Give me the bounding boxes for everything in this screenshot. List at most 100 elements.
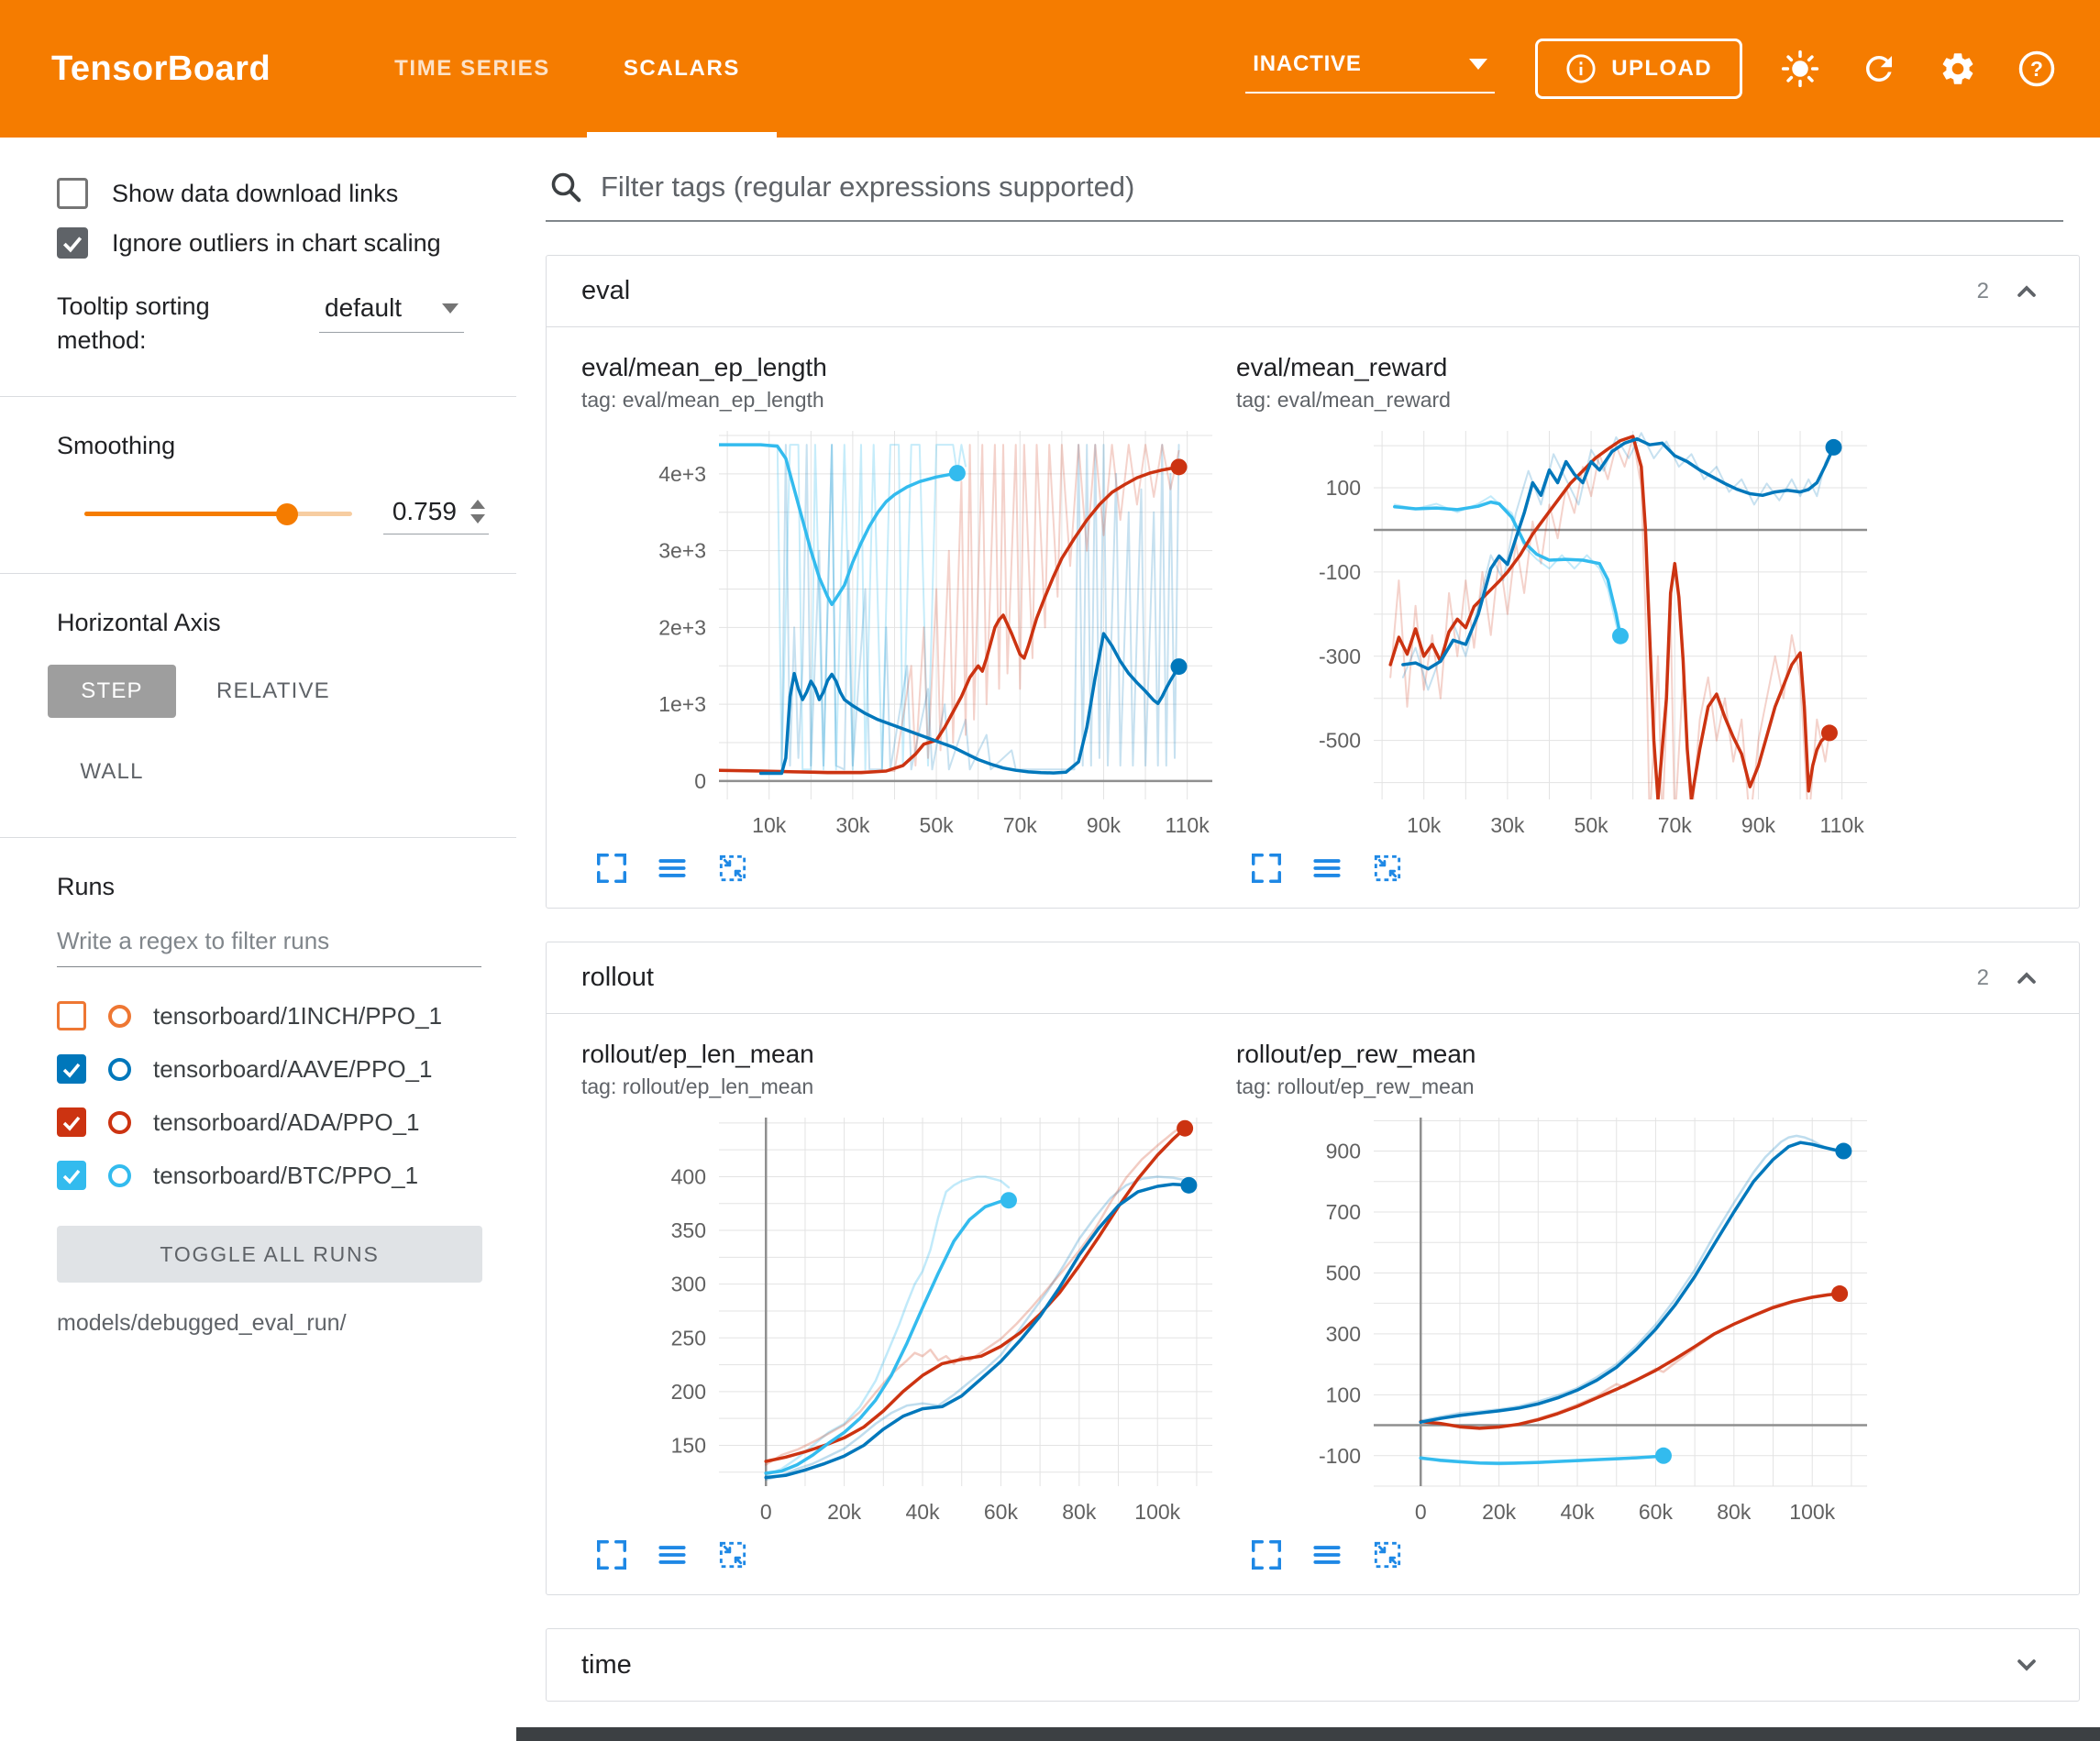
run-row-1inch[interactable]: tensorboard/1INCH/PPO_1 [57,989,516,1042]
tab-time-series[interactable]: TIME SERIES [358,0,587,138]
run-row-ada[interactable]: tensorboard/ADA/PPO_1 [57,1096,516,1149]
chart-canvas[interactable]: 10k30k50k70k90k110k01e+32e+33e+34e+3 [581,418,1223,849]
data-table-icon[interactable] [1310,851,1344,886]
run-color-ring [108,1005,131,1028]
section-title: time [581,1650,632,1680]
run-row-aave[interactable]: tensorboard/AAVE/PPO_1 [57,1042,516,1096]
run-checkbox[interactable] [57,1054,86,1084]
section-body-eval: eval/mean_ep_length tag: eval/mean_ep_le… [547,327,2079,908]
chart-canvas[interactable]: 10k30k50k70k90k110k100-100-300-500 [1236,418,1878,849]
slider-fill [84,512,287,516]
ignore-outliers-checkbox-row[interactable]: Ignore outliers in chart scaling [57,227,494,259]
section-header-rollout[interactable]: rollout 2 [547,942,2079,1014]
svg-text:100: 100 [1326,476,1361,500]
run-row-btc[interactable]: tensorboard/BTC/PPO_1 [57,1149,516,1202]
section-title: rollout [581,963,654,993]
axis-step-button[interactable]: STEP [48,665,176,718]
svg-text:90k: 90k [1741,813,1776,837]
svg-text:4e+3: 4e+3 [658,462,706,486]
show-download-links-checkbox-row[interactable]: Show data download links [57,178,494,209]
tooltip-sorting-select[interactable]: default [319,290,464,333]
axis-button-group: STEP RELATIVE [48,665,516,718]
svg-text:-500: -500 [1319,729,1361,753]
svg-text:350: 350 [671,1218,706,1242]
fit-domain-icon[interactable] [1370,1537,1405,1572]
fit-domain-icon[interactable] [715,851,750,886]
svg-text:100k: 100k [1789,1500,1835,1524]
svg-text:700: 700 [1326,1200,1361,1224]
brightness-icon[interactable] [1779,48,1821,90]
axis-relative-button[interactable]: RELATIVE [196,665,350,718]
runs-heading: Runs [57,873,516,901]
svg-text:70k: 70k [1658,813,1693,837]
expand-icon[interactable] [594,1537,629,1572]
sidebar-divider [0,837,516,838]
info-icon [1565,53,1597,84]
svg-text:30k: 30k [835,813,870,837]
checkbox[interactable] [57,178,88,209]
checkbox[interactable] [57,227,88,259]
tag-filter-input[interactable] [601,171,2056,204]
svg-text:3e+3: 3e+3 [658,539,706,563]
expand-icon[interactable] [1249,1537,1284,1572]
toggle-all-runs-button[interactable]: TOGGLE ALL RUNS [57,1226,482,1283]
help-icon[interactable]: ? [2016,48,2058,90]
chart-title: rollout/ep_rew_mean [1236,1040,1878,1069]
chevron-up-icon[interactable] [2009,274,2044,309]
refresh-icon[interactable] [1858,48,1900,90]
upload-button[interactable]: UPLOAD [1535,39,1742,99]
runs-list: tensorboard/1INCH/PPO_1 tensorboard/AAVE… [0,989,516,1202]
main-content: eval 2 eval/mean_ep_length tag: eval/mea… [516,138,2100,1741]
data-table-icon[interactable] [655,851,690,886]
stepper-icon[interactable] [470,500,485,523]
expand-icon[interactable] [1249,851,1284,886]
run-checkbox[interactable] [57,1107,86,1137]
svg-text:80k: 80k [1062,1500,1097,1524]
fit-domain-icon[interactable] [715,1537,750,1572]
section-count: 2 [1977,965,1989,991]
chart-tag: tag: eval/mean_reward [1236,388,1878,413]
data-table-icon[interactable] [1310,1537,1344,1572]
expand-icon[interactable] [594,851,629,886]
svg-text:40k: 40k [1560,1500,1595,1524]
chart-title: rollout/ep_len_mean [581,1040,1223,1069]
axis-wall-button[interactable]: WALL [48,745,176,799]
section-header-eval[interactable]: eval 2 [547,256,2079,327]
run-checkbox[interactable] [57,1001,86,1030]
settings-icon[interactable] [1937,48,1979,90]
data-table-icon[interactable] [655,1537,690,1572]
bottom-scrollbar[interactable] [516,1727,2100,1741]
sidebar-divider [0,573,516,574]
sidebar-divider [0,396,516,397]
plugin-status-dropdown[interactable]: INACTIVE [1245,44,1495,94]
runs-filter-input[interactable] [57,927,481,955]
fit-domain-icon[interactable] [1370,851,1405,886]
run-color-ring [108,1111,131,1134]
chevron-up-icon[interactable] [2009,961,2044,996]
chart-canvas[interactable]: 020k40k60k80k100k150200250300350400 [581,1105,1223,1536]
scalar-chart-rollout-ep-rew-mean: rollout/ep_rew_mean tag: rollout/ep_rew_… [1236,1040,1878,1572]
svg-text:500: 500 [1326,1261,1361,1284]
check-icon [61,1164,83,1186]
section-count: 2 [1977,279,1989,304]
svg-text:30k: 30k [1490,813,1525,837]
plugin-status-label: INACTIVE [1253,51,1361,77]
chart-tag: tag: rollout/ep_rew_mean [1236,1074,1878,1099]
app-title: TensorBoard [51,0,271,138]
tab-scalars[interactable]: SCALARS [587,0,777,138]
svg-text:90k: 90k [1087,813,1122,837]
smoothing-value-input[interactable]: 0.759 [383,493,489,534]
svg-text:150: 150 [671,1433,706,1457]
section-title: eval [581,276,630,306]
svg-text:100k: 100k [1134,1500,1180,1524]
slider-thumb[interactable] [276,503,298,525]
smoothing-slider[interactable] [84,512,352,516]
chart-canvas[interactable]: 020k40k60k80k100k-100100300500700900 [1236,1105,1878,1536]
section-header-time[interactable]: time [547,1629,2079,1701]
run-label: tensorboard/ADA/PPO_1 [153,1108,420,1137]
run-checkbox[interactable] [57,1161,86,1190]
horizontal-axis-label: Horizontal Axis [57,609,516,637]
chart-tag: tag: eval/mean_ep_length [581,388,1223,413]
tooltip-sorting-row: Tooltip sorting method: default [57,290,494,358]
chevron-down-icon[interactable] [2009,1647,2044,1682]
